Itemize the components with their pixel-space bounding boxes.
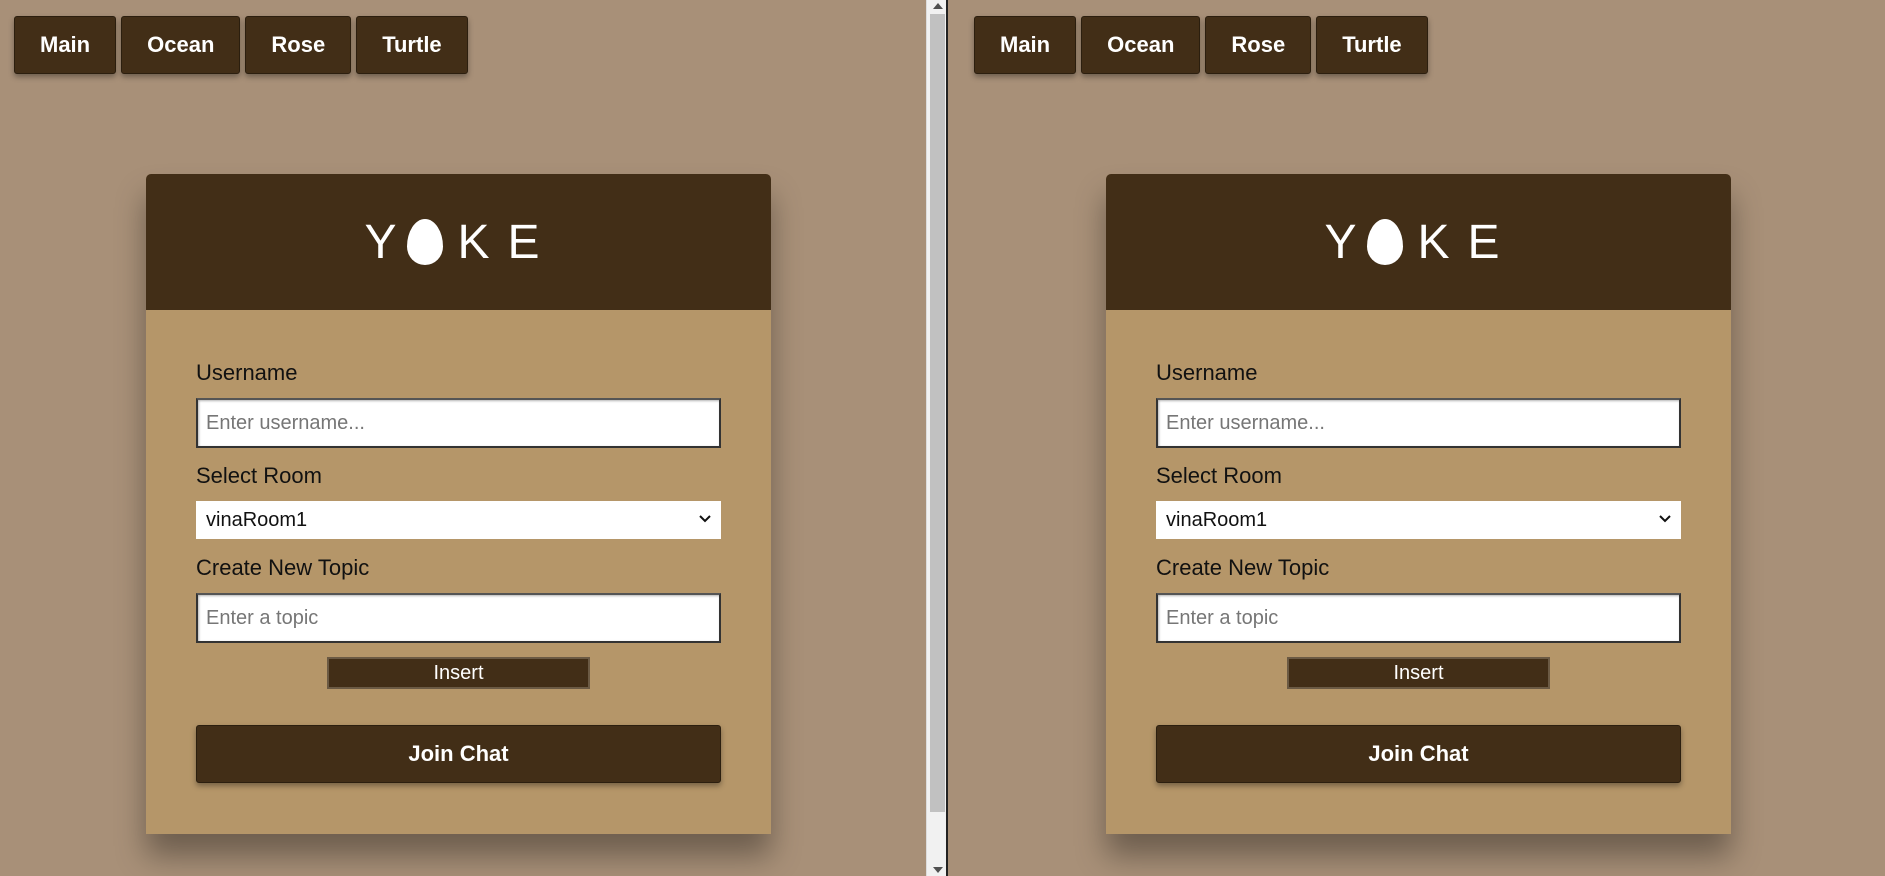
room-select[interactable]: vinaRoom1 <box>196 501 721 539</box>
yoke-logo: Y KE <box>359 215 557 270</box>
nav-main-button[interactable]: Main <box>14 16 117 74</box>
card-header: Y KE <box>146 174 771 310</box>
chevron-down-icon <box>699 515 711 523</box>
username-label: Username <box>196 360 298 385</box>
insert-wrap: Insert <box>1156 657 1681 689</box>
egg-icon <box>1367 219 1404 265</box>
yoke-logo: Y KE <box>1319 215 1517 270</box>
left-browser-pane: Main Ocean Rose Turtle Y KE Username Sel… <box>0 0 926 876</box>
nav-rose-button[interactable]: Rose <box>1205 16 1312 74</box>
insert-button[interactable]: Insert <box>1287 657 1550 689</box>
room-select-value: vinaRoom1 <box>206 509 308 531</box>
join-chat-button[interactable]: Join Chat <box>196 725 721 783</box>
insert-wrap: Insert <box>196 657 721 689</box>
logo-letter-y: Y <box>364 215 399 269</box>
nav-turtle-button[interactable]: Turtle <box>1316 16 1428 74</box>
select-room-label: Select Room <box>1156 463 1282 488</box>
right-browser-pane: Main Ocean Rose Turtle Y KE Username Sel… <box>948 0 1885 876</box>
room-select-value: vinaRoom1 <box>1166 509 1268 531</box>
room-select[interactable]: vinaRoom1 <box>1156 501 1681 539</box>
nav-rose-button[interactable]: Rose <box>245 16 352 74</box>
nav-turtle-button[interactable]: Turtle <box>356 16 468 74</box>
card-body: Username Select Room vinaRoom1 Create Ne… <box>1106 310 1731 834</box>
card-header: Y KE <box>1106 174 1731 310</box>
join-chat-button[interactable]: Join Chat <box>1156 725 1681 783</box>
logo-letter-y: Y <box>1324 215 1359 269</box>
logo-letters-ke: KE <box>1417 215 1518 269</box>
nav-ocean-button[interactable]: Ocean <box>1081 16 1201 74</box>
nav-main-button[interactable]: Main <box>974 16 1077 74</box>
theme-nav: Main Ocean Rose Turtle <box>14 16 468 74</box>
topic-input[interactable] <box>1156 593 1681 643</box>
create-topic-label: Create New Topic <box>196 555 370 580</box>
join-card: Y KE Username Select Room vinaRoom1 Crea… <box>1106 174 1731 834</box>
username-input[interactable] <box>1156 398 1681 448</box>
username-label: Username <box>1156 360 1258 385</box>
create-topic-label: Create New Topic <box>1156 555 1330 580</box>
vertical-scrollbar[interactable] <box>926 0 948 876</box>
logo-letters-ke: KE <box>457 215 558 269</box>
theme-nav: Main Ocean Rose Turtle <box>974 16 1428 74</box>
scroll-down-arrow-icon[interactable] <box>933 867 943 873</box>
select-room-label: Select Room <box>196 463 322 488</box>
join-card: Y KE Username Select Room vinaRoom1 Crea… <box>146 174 771 834</box>
username-input[interactable] <box>196 398 721 448</box>
scrollbar-thumb[interactable] <box>930 14 945 812</box>
chevron-down-icon <box>1659 515 1671 523</box>
insert-button[interactable]: Insert <box>327 657 590 689</box>
nav-ocean-button[interactable]: Ocean <box>121 16 241 74</box>
topic-input[interactable] <box>196 593 721 643</box>
egg-icon <box>407 219 444 265</box>
card-body: Username Select Room vinaRoom1 Create Ne… <box>146 310 771 834</box>
scroll-up-arrow-icon[interactable] <box>933 3 943 9</box>
